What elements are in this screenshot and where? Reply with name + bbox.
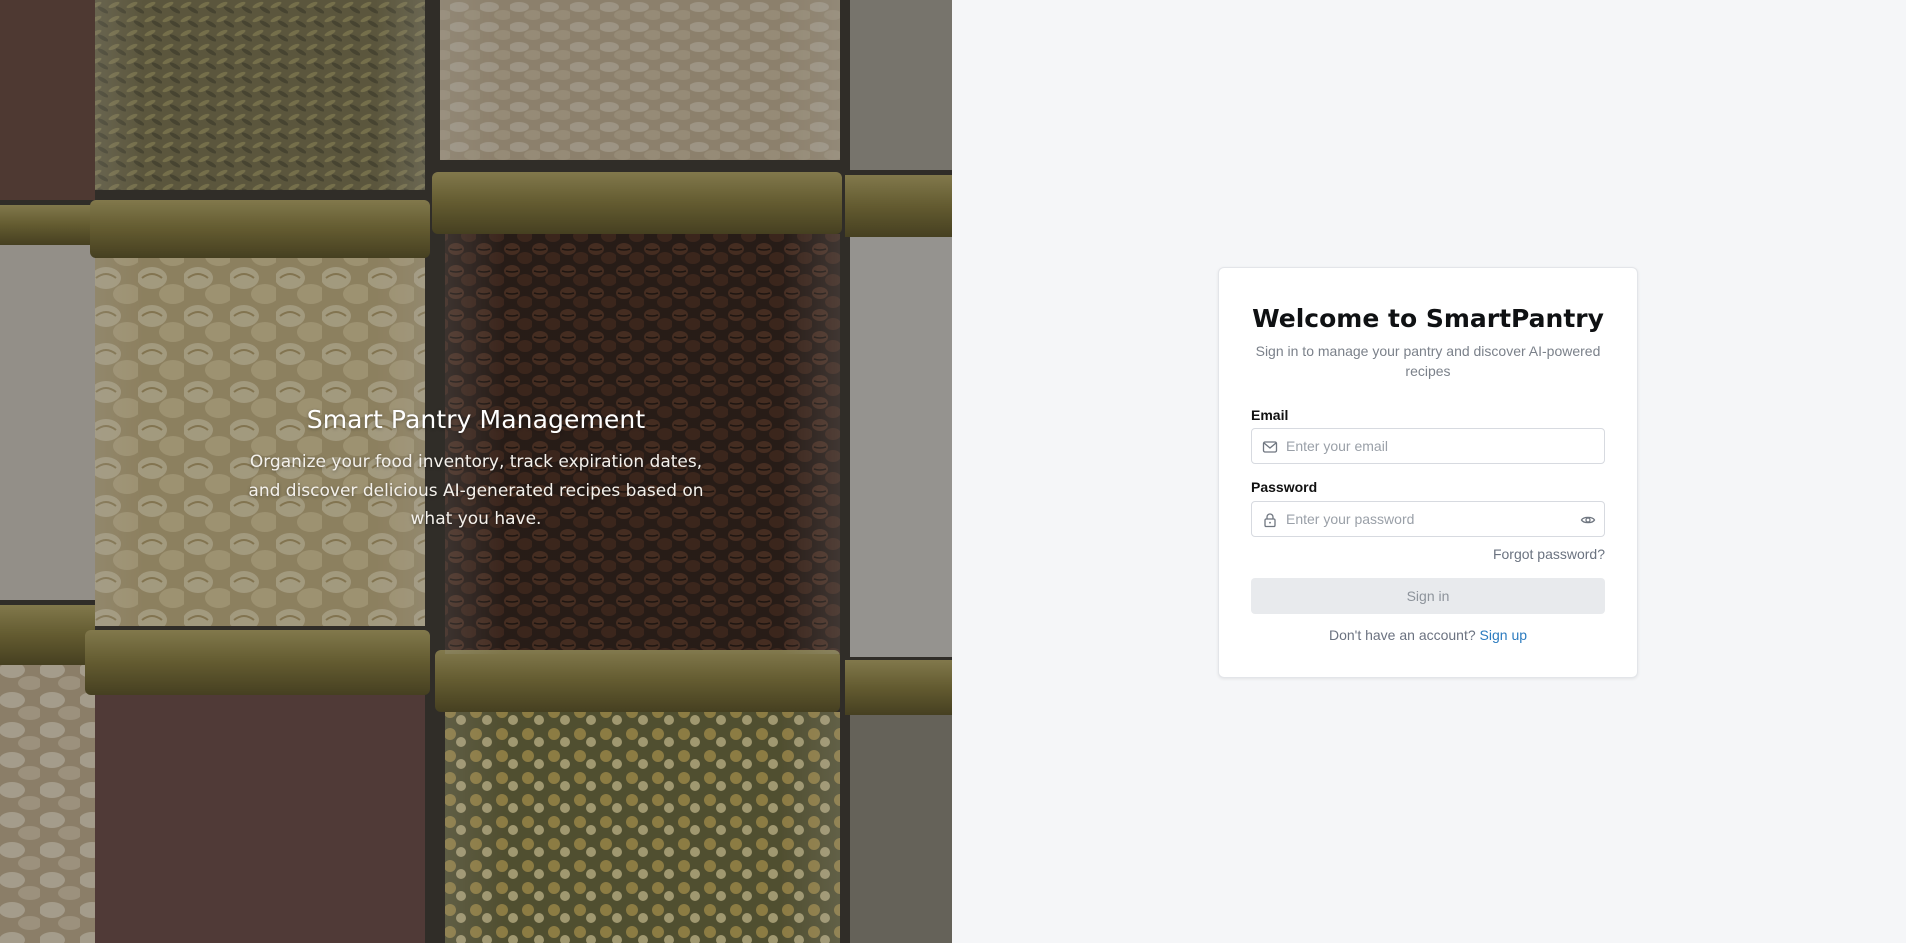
- hero-description: Organize your food inventory, track expi…: [248, 452, 704, 529]
- email-input[interactable]: [1286, 429, 1586, 463]
- login-title: Welcome to SmartPantry: [1252, 304, 1604, 333]
- eye-icon[interactable]: [1580, 512, 1596, 528]
- mail-icon: [1262, 439, 1278, 455]
- login-card: Welcome to SmartPantry Sign in to manage…: [1218, 267, 1638, 678]
- password-input[interactable]: [1286, 502, 1566, 536]
- sign-in-button[interactable]: Sign in: [1251, 578, 1605, 614]
- signup-row: Don't have an account? Sign up: [1219, 627, 1637, 643]
- password-field-wrapper: [1251, 501, 1605, 537]
- password-label: Password: [1251, 479, 1318, 495]
- no-account-text: Don't have an account?: [1328, 627, 1476, 643]
- forgot-password-link[interactable]: Forgot password?: [1493, 546, 1605, 562]
- hero-panel: Smart Pantry Management Organize your fo…: [0, 0, 952, 943]
- hero-title: Smart Pantry Management: [306, 405, 646, 434]
- email-label: Email: [1251, 407, 1289, 423]
- login-subtitle: Sign in to manage your pantry and discov…: [1255, 343, 1601, 379]
- email-field-wrapper: [1251, 428, 1605, 464]
- sign-up-link[interactable]: Sign up: [1480, 627, 1527, 643]
- hero-copy: Smart Pantry Management Organize your fo…: [0, 405, 952, 534]
- lock-icon: [1262, 512, 1278, 528]
